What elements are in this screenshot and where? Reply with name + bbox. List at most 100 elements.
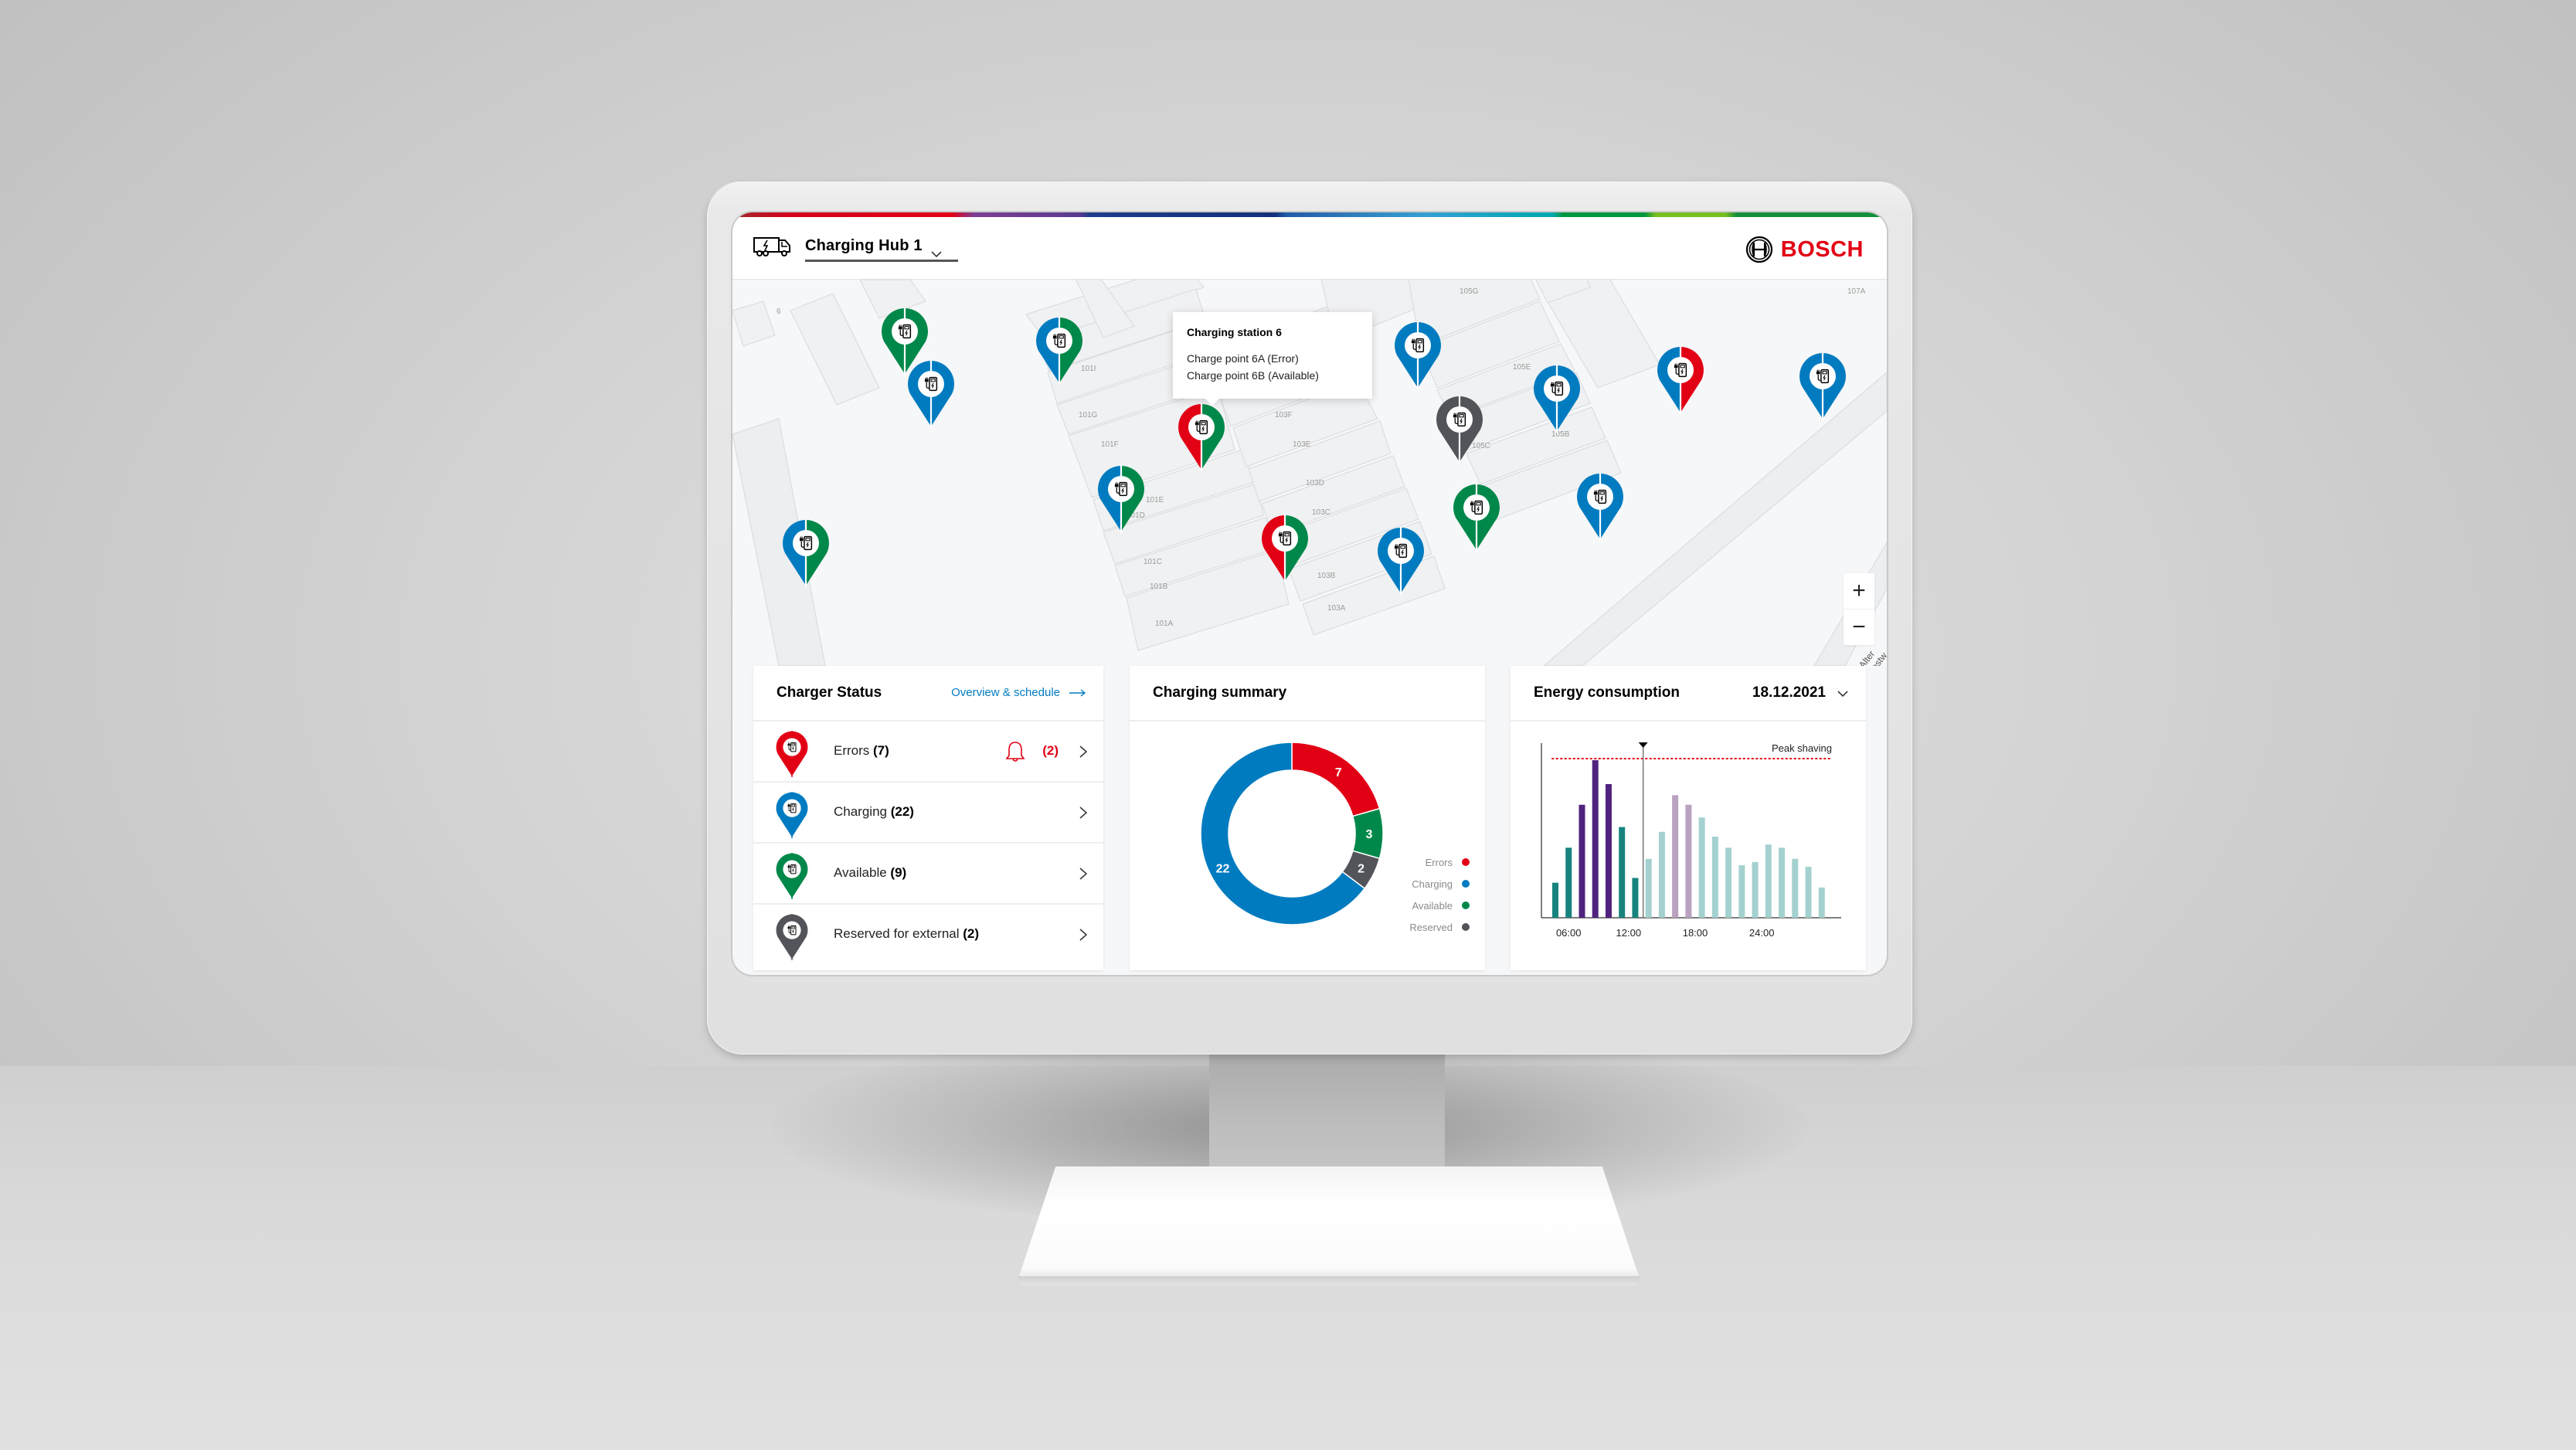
energy-bar[interactable] [1619, 827, 1626, 918]
energy-bar[interactable] [1672, 795, 1679, 918]
card-title: Energy consumption [1534, 684, 1680, 701]
building-label: 101B [1150, 582, 1168, 591]
status-count: (7) [873, 743, 889, 758]
station-pin[interactable] [1657, 346, 1704, 414]
energy-bar[interactable] [1765, 844, 1772, 918]
charger-status-card: Charger Status Overview & schedule Error… [753, 666, 1103, 970]
tooltip-title: Charging station 6 [1187, 326, 1282, 338]
chevron-right-icon [1079, 745, 1088, 758]
energy-consumption-card: Energy consumption 18.12.2021 Peak shavi… [1511, 666, 1866, 970]
energy-bar[interactable] [1658, 831, 1665, 918]
link-label[interactable]: Overview & schedule [951, 686, 1060, 699]
monitor-stand-neck [1209, 1047, 1445, 1178]
legend-label: Available [1412, 899, 1453, 912]
bell-icon[interactable] [1004, 740, 1026, 763]
energy-bar[interactable] [1552, 882, 1558, 918]
energy-bar[interactable] [1698, 817, 1705, 918]
charging-summary-card: Charging summary 7 3 2 22 Errors Charging Ava… [1130, 666, 1485, 970]
chevron-right-icon [1079, 929, 1088, 941]
status-row-available[interactable]: Available (9) [753, 844, 1103, 905]
zoom-in-button[interactable]: + [1844, 573, 1874, 609]
donut-slice-label: 22 [1216, 863, 1230, 876]
legend-swatch [1462, 880, 1470, 888]
legend-label: Reserved [1409, 921, 1453, 933]
energy-bar[interactable] [1645, 858, 1652, 918]
donut-legend: Errors Charging Available Reserved [1409, 851, 1470, 938]
station-pin[interactable] [782, 519, 830, 587]
station-pin[interactable] [1261, 514, 1309, 582]
building-label: 6 [777, 307, 781, 316]
status-label: Errors (7) [834, 743, 889, 759]
building-label: 103A [1327, 604, 1346, 613]
energy-bar[interactable] [1792, 858, 1799, 918]
status-row-reserved[interactable]: Reserved for external (2) [753, 905, 1103, 964]
station-pin[interactable] [1394, 321, 1442, 389]
energy-bar[interactable] [1711, 836, 1718, 918]
energy-bar[interactable] [1779, 847, 1786, 918]
building-label: 103B [1317, 572, 1336, 580]
station-pin[interactable] [1436, 396, 1483, 464]
energy-bar[interactable] [1632, 878, 1639, 919]
chevron-right-icon [1079, 868, 1088, 880]
card-header: Charging summary [1130, 666, 1485, 722]
hub-selector[interactable]: Charging Hub 1 [753, 234, 958, 262]
donut-slice-label: 3 [1366, 828, 1373, 841]
date-selector[interactable]: 18.12.2021 [1752, 684, 1826, 701]
station-pin[interactable] [1035, 317, 1083, 385]
energy-bar[interactable] [1605, 783, 1612, 918]
chevron-right-icon [1079, 806, 1088, 819]
energy-bar[interactable] [1685, 804, 1692, 918]
energy-bar[interactable] [1565, 847, 1572, 918]
card-title: Charger Status [777, 684, 882, 701]
now-marker-handle[interactable] [1638, 742, 1648, 748]
status-name: Available [834, 865, 891, 880]
building [732, 301, 776, 347]
energy-bar[interactable] [1592, 760, 1599, 918]
building-label: 105E [1513, 363, 1531, 372]
energy-bar[interactable] [1725, 847, 1732, 918]
x-tick-label: 12:00 [1616, 927, 1642, 939]
building-label: 101E [1146, 496, 1164, 504]
reserved-pin-icon [772, 914, 812, 960]
arrow-right-icon [1069, 688, 1086, 697]
energy-bar[interactable] [1738, 865, 1745, 918]
app-header: Charging Hub 1 BOSCH [732, 217, 1887, 280]
energy-bar[interactable] [1818, 887, 1825, 918]
alert-count: (2) [1042, 743, 1059, 758]
x-tick-label: 24:00 [1749, 927, 1775, 939]
status-name: Charging [834, 804, 891, 819]
energy-bar[interactable] [1805, 867, 1812, 918]
building-label: 101C [1144, 558, 1162, 566]
building [790, 293, 880, 406]
station-pin[interactable] [1799, 352, 1847, 420]
legend-swatch [1462, 858, 1470, 866]
chevron-down-icon[interactable] [930, 248, 943, 260]
energy-bar[interactable] [1579, 804, 1585, 918]
station-pin[interactable] [1576, 473, 1624, 541]
station-pin[interactable] [907, 360, 955, 428]
zoom-out-button[interactable]: − [1844, 609, 1874, 645]
station-pin[interactable] [1097, 465, 1145, 533]
energy-bar[interactable] [1752, 861, 1759, 918]
x-tick-label: 06:00 [1556, 927, 1582, 939]
overview-schedule-link[interactable]: Overview & schedule [951, 686, 1086, 699]
bosch-armature-icon [1745, 236, 1772, 263]
app-screen: Charging Hub 1 BOSCH 6 101I 101G 101F 10… [732, 212, 1887, 975]
building-label: 101F [1101, 440, 1119, 449]
building-label: 103D [1306, 479, 1324, 487]
chevron-down-icon[interactable] [1837, 688, 1849, 700]
card-header: Energy consumption 18.12.2021 [1511, 666, 1866, 722]
map-zoom-control: + − [1844, 573, 1874, 645]
status-row-error[interactable]: Errors (7) (2) [753, 722, 1103, 783]
status-name: Errors [834, 743, 873, 758]
station-pin[interactable] [1178, 403, 1225, 471]
building-label: 105G [1460, 287, 1479, 296]
station-pin[interactable] [1377, 527, 1425, 595]
station-pin[interactable] [1533, 365, 1581, 433]
status-row-charging[interactable]: Charging (22) [753, 783, 1103, 844]
station-pin[interactable] [1453, 484, 1500, 552]
legend-item: Errors [1409, 851, 1470, 873]
map-view[interactable]: 6 101I 101G 101F 101E 101D 101C 101B 101A 103F 103… [732, 280, 1887, 666]
truck-charging-icon [753, 237, 790, 256]
status-count: (22) [890, 804, 914, 819]
